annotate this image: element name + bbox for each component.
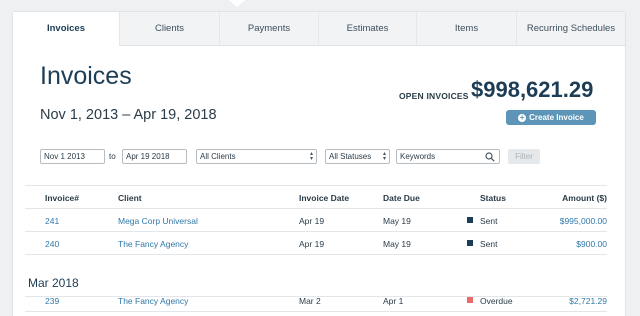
column-invoice-date[interactable]: Invoice Date [299, 193, 349, 203]
client-link[interactable]: Mega Corp Universal [118, 216, 198, 226]
status-text: Overdue [480, 296, 513, 306]
invoice-date: Apr 19 [299, 216, 325, 226]
active-tab-pointer [229, 0, 245, 7]
column-client[interactable]: Client [118, 193, 142, 203]
tab-clients[interactable]: Clients [119, 12, 219, 46]
client-select-value: All Clients [200, 152, 236, 161]
status-select[interactable]: All Statuses ▴ ▾ [325, 149, 390, 164]
date-due: May 19 [383, 216, 411, 226]
open-invoices-amount: $998,621.29 [471, 77, 594, 102]
select-arrows-icon: ▴ ▾ [309, 151, 313, 162]
invoice-date: Mar 2 [299, 296, 321, 306]
open-invoices-label: OPEN INVOICES [399, 91, 469, 101]
status-indicator-icon [467, 217, 473, 223]
date-range: Nov 1, 2013 – Apr 19, 2018 [40, 107, 217, 123]
invoice-number-link[interactable]: 241 [45, 216, 59, 226]
status-text: Sent [480, 239, 498, 249]
tab-invoices[interactable]: Invoices [13, 12, 119, 46]
status-text: Sent [480, 216, 498, 226]
column-invoice-number[interactable]: Invoice# [45, 193, 79, 203]
client-select[interactable]: All Clients ▴ ▾ [196, 149, 317, 164]
status-select-value: All Statuses [329, 152, 372, 161]
amount-link[interactable]: $900.00 [576, 239, 607, 249]
select-arrows-icon: ▴ ▾ [382, 151, 386, 162]
client-link[interactable]: The Fancy Agency [118, 296, 188, 306]
filter-button[interactable]: Filter [508, 149, 540, 164]
amount-link[interactable]: $2,721.29 [569, 296, 607, 306]
to-date-value: Apr 19 2018 [126, 152, 170, 161]
client-link[interactable]: The Fancy Agency [118, 239, 188, 249]
tab-items[interactable]: Items [416, 12, 516, 46]
search-icon [485, 152, 495, 162]
create-invoice-button[interactable]: + Create Invoice [506, 110, 596, 125]
date-due: Apr 1 [383, 296, 404, 306]
invoice-number-link[interactable]: 240 [45, 239, 59, 249]
column-amount[interactable]: Amount ($) [562, 193, 607, 203]
column-status[interactable]: Status [480, 193, 506, 203]
from-date-value: Nov 1 2013 [44, 152, 85, 161]
invoice-date: Apr 19 [299, 239, 325, 249]
invoices-panel: Invoices Clients Payments Estimates Item… [12, 11, 626, 316]
table-header: Invoice# Client Invoice Date Date Due St… [25, 185, 607, 209]
from-date-input[interactable]: Nov 1 2013 [40, 149, 105, 164]
column-date-due[interactable]: Date Due [383, 193, 420, 203]
status-indicator-icon [467, 297, 473, 303]
tab-recurring-schedules[interactable]: Recurring Schedules [516, 12, 625, 46]
table-row[interactable]: 239 The Fancy Agency Mar 2 Apr 1 Overdue… [25, 289, 607, 312]
table-row[interactable]: 241 Mega Corp Universal Apr 19 May 19 Se… [25, 209, 607, 232]
to-label: to [109, 152, 116, 161]
amount-link[interactable]: $995,000.00 [560, 216, 607, 226]
page-title: Invoices [40, 62, 132, 90]
keywords-placeholder: Keywords [400, 152, 436, 161]
month-group-heading: Mar 2018 [28, 276, 79, 290]
tab-estimates[interactable]: Estimates [318, 12, 416, 46]
tab-payments[interactable]: Payments [219, 12, 318, 46]
invoice-number-link[interactable]: 239 [45, 296, 59, 306]
plus-icon: + [518, 112, 527, 122]
tab-bar: Invoices Clients Payments Estimates Item… [13, 12, 625, 46]
create-invoice-label: Create Invoice [529, 113, 584, 122]
table-row[interactable]: 240 The Fancy Agency Apr 19 May 19 Sent … [25, 232, 607, 255]
date-due: May 19 [383, 239, 411, 249]
status-indicator-icon [467, 240, 473, 246]
to-date-input[interactable]: Apr 19 2018 [122, 149, 187, 164]
keywords-input[interactable]: Keywords [396, 149, 500, 164]
